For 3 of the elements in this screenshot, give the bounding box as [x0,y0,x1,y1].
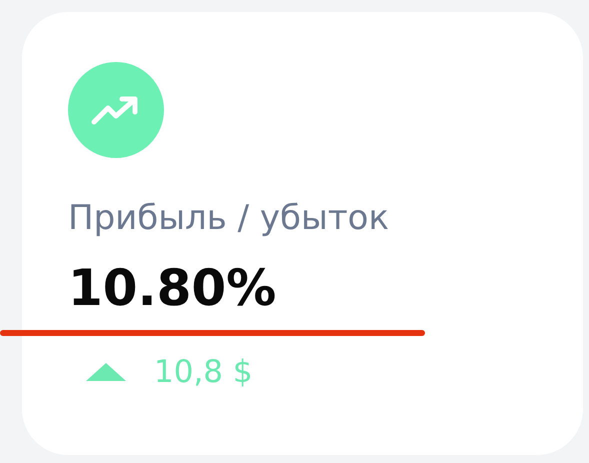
metric-value: 10.80% [68,260,276,316]
change-amount: 10,8 $ [154,353,253,392]
metric-label: Прибыль / убыток [68,197,389,240]
